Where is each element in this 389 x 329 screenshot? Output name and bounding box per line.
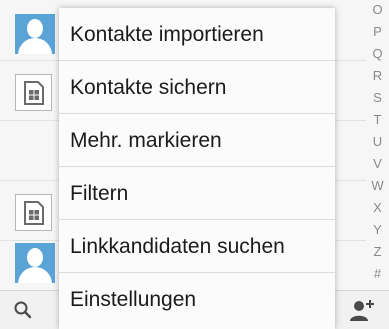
- index-letter[interactable]: Q: [366, 46, 389, 61]
- menu-item-filter[interactable]: Filtern: [59, 167, 335, 220]
- index-letter[interactable]: P: [366, 24, 389, 39]
- menu-item-multi-select[interactable]: Mehr. markieren: [59, 114, 335, 167]
- search-icon[interactable]: [13, 300, 33, 324]
- sim-card-icon: [15, 194, 52, 231]
- overflow-menu: Kontakte importieren Kontakte sichern Me…: [59, 8, 335, 329]
- sim-card-icon: [15, 74, 52, 111]
- index-letter[interactable]: Y: [366, 222, 389, 237]
- menu-item-settings[interactable]: Einstellungen: [59, 273, 335, 326]
- index-letter[interactable]: T: [366, 112, 389, 127]
- index-letter[interactable]: Z: [366, 244, 389, 259]
- menu-item-find-link-candidates[interactable]: Linkkandidaten suchen: [59, 220, 335, 273]
- menu-item-import-contacts[interactable]: Kontakte importieren: [59, 8, 335, 61]
- person-silhouette-icon: [15, 14, 55, 54]
- index-letter[interactable]: #: [366, 266, 389, 281]
- index-letter[interactable]: S: [366, 90, 389, 105]
- person-silhouette-icon: [15, 243, 55, 283]
- index-letter[interactable]: V: [366, 156, 389, 171]
- index-letter[interactable]: R: [366, 68, 389, 83]
- index-letter[interactable]: U: [366, 134, 389, 149]
- alphabet-index-bar[interactable]: O P Q R S T U V W X Y Z #: [366, 0, 389, 290]
- index-letter[interactable]: W: [366, 178, 389, 193]
- index-letter[interactable]: O: [366, 2, 389, 17]
- index-letter[interactable]: X: [366, 200, 389, 215]
- add-contact-icon[interactable]: [348, 297, 378, 327]
- menu-item-backup-contacts[interactable]: Kontakte sichern: [59, 61, 335, 114]
